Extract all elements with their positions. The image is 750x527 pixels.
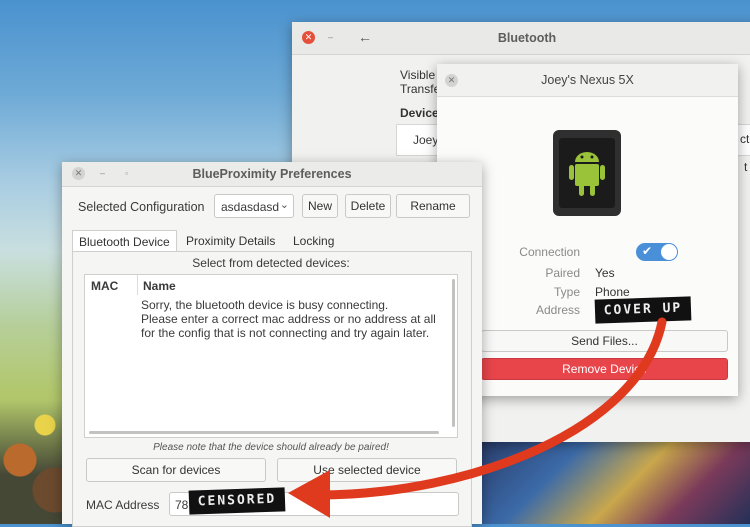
annotation-arrow — [288, 317, 667, 518]
